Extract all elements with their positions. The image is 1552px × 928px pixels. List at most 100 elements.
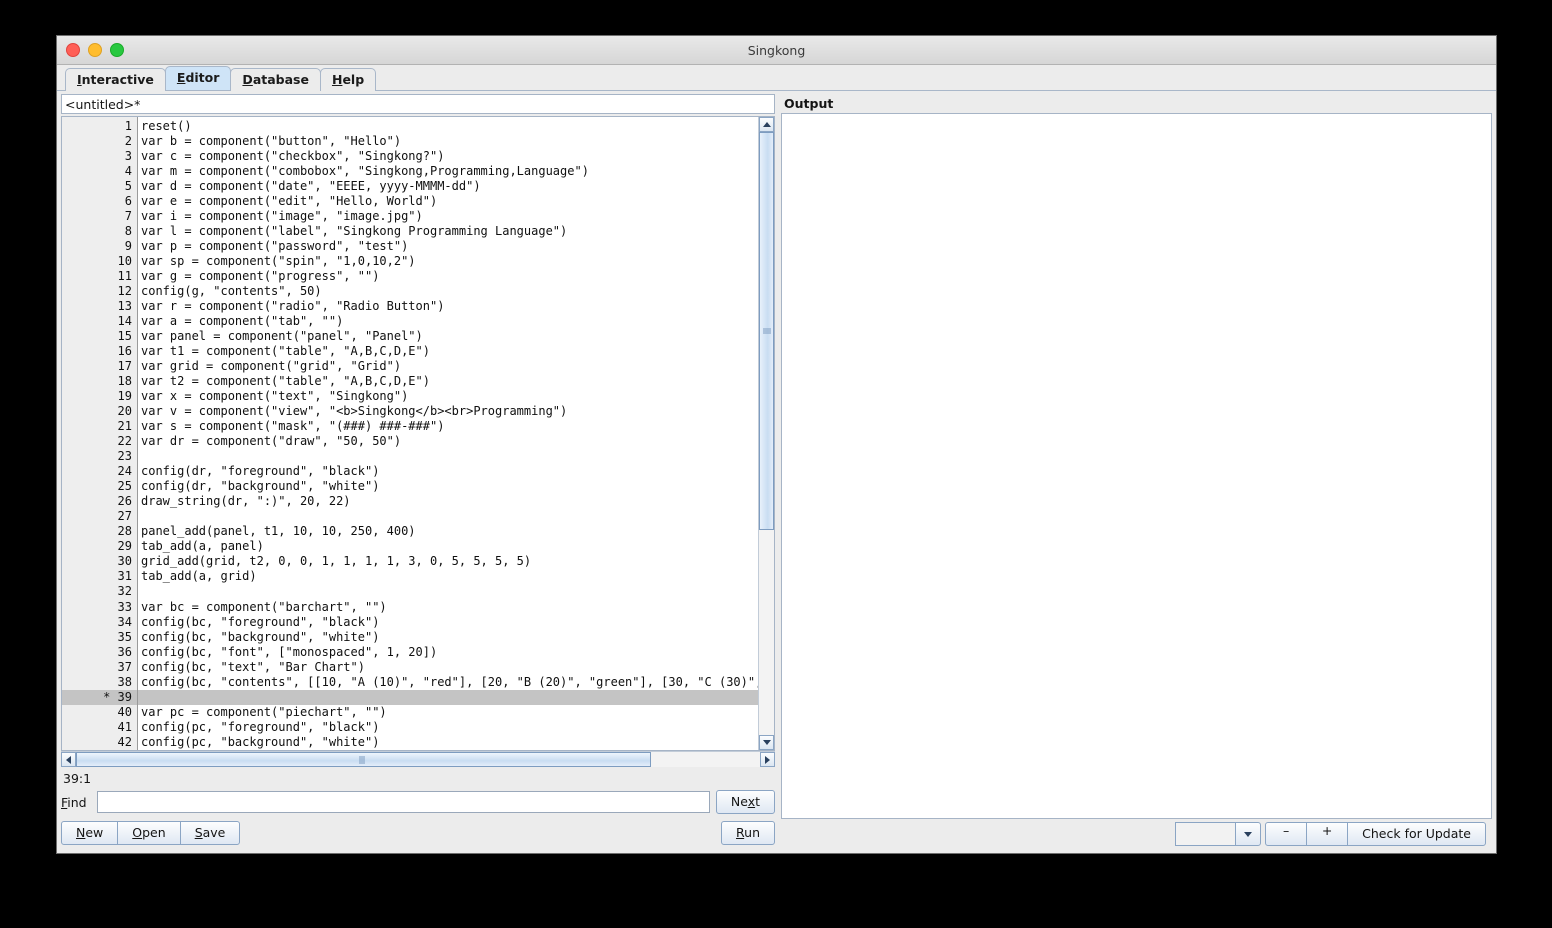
code-line[interactable]: reset() [138, 119, 758, 134]
code-line[interactable]: var b = component("button", "Hello") [138, 134, 758, 149]
code-line[interactable]: grid_add(grid, t2, 0, 0, 1, 1, 1, 1, 3, … [138, 554, 758, 569]
code-line[interactable]: var x = component("text", "Singkong") [138, 389, 758, 404]
line-number: 33 [117, 599, 132, 614]
scroll-down-icon[interactable] [759, 735, 774, 750]
code-line[interactable]: config(dr, "background", "white") [138, 479, 758, 494]
tab-interactive[interactable]: Interactive [65, 68, 166, 91]
code-line[interactable]: var t2 = component("table", "A,B,C,D,E") [138, 374, 758, 389]
code-line[interactable]: config(g, "contents", 50) [138, 284, 758, 299]
find-label-rest: ind [67, 794, 87, 810]
code-line[interactable]: config(bc, "contents", [[10, "A (10)", "… [138, 675, 758, 690]
tab-help[interactable]: Help [319, 68, 377, 91]
line-number: 19 [117, 389, 132, 404]
code-line[interactable]: config(bc, "foreground", "black") [138, 615, 758, 630]
tab-interactive-label: nteractive [81, 72, 154, 87]
line-number: 16 [117, 344, 132, 359]
line-number: 4 [124, 164, 132, 179]
code-line[interactable]: config(bc, "font", ["monospaced", 1, 20]… [138, 645, 758, 660]
code-line[interactable]: var c = component("checkbox", "Singkong?… [138, 149, 758, 164]
line-number: 30 [117, 554, 132, 569]
line-number: 38 [117, 674, 132, 689]
code-line[interactable]: var r = component("radio", "Radio Button… [138, 299, 758, 314]
editor-horizontal-scrollbar[interactable] [61, 751, 775, 767]
tab-help-mnemonic: H [331, 72, 343, 87]
code-line[interactable]: var i = component("image", "image.jpg") [138, 209, 758, 224]
line-number: 27 [117, 509, 132, 524]
main-tab-bar: Interactive Editor Database Help [57, 65, 1496, 91]
hscroll-thumb[interactable] [76, 752, 651, 767]
code-line[interactable] [138, 584, 758, 599]
vscroll-thumb[interactable] [759, 132, 774, 530]
code-line[interactable] [138, 509, 758, 524]
code-line[interactable]: var a = component("tab", "") [138, 314, 758, 329]
hscroll-track[interactable] [76, 752, 760, 767]
font-size-combobox-value[interactable] [1175, 822, 1236, 846]
vscroll-track[interactable] [759, 132, 774, 735]
code-line[interactable]: var v = component("view", "<b>Singkong</… [138, 404, 758, 419]
filename-field[interactable]: <untitled>* [61, 94, 775, 114]
minimize-button[interactable] [88, 43, 102, 57]
code-line[interactable]: config(pc, "foreground", "black") [138, 720, 758, 735]
code-line[interactable]: panel_add(panel, t1, 10, 10, 250, 400) [138, 524, 758, 539]
new-button[interactable]: New [61, 821, 119, 845]
code-text-area[interactable]: reset() var b = component("button", "Hell… [138, 117, 758, 750]
window-controls [66, 43, 124, 57]
editor-vertical-scrollbar[interactable] [758, 117, 774, 750]
code-line[interactable]: draw_string(dr, ":)", 20, 22) [138, 494, 758, 509]
tab-database[interactable]: Database [230, 68, 321, 91]
scroll-left-icon[interactable] [61, 752, 76, 767]
code-line[interactable]: config(bc, "text", "Bar Chart") [138, 660, 758, 675]
code-line[interactable]: var d = component("date", "EEEE, yyyy-MM… [138, 179, 758, 194]
line-number: 3 [124, 149, 132, 164]
code-line[interactable]: var panel = component("panel", "Panel") [138, 329, 758, 344]
save-button[interactable]: Save [179, 821, 241, 845]
line-number: 35 [117, 629, 132, 644]
code-line[interactable]: var m = component("combobox", "Singkong,… [138, 164, 758, 179]
tab-editor[interactable]: Editor [164, 66, 232, 90]
application-window: Singkong Interactive Editor Database Hel… [56, 35, 1497, 854]
code-line[interactable]: var p = component("password", "test") [138, 239, 758, 254]
close-button[interactable] [66, 43, 80, 57]
chevron-down-icon[interactable] [1235, 822, 1262, 846]
scroll-up-icon[interactable] [759, 117, 774, 132]
line-number: 5 [124, 179, 132, 194]
code-line[interactable]: tab_add(a, grid) [138, 569, 758, 584]
check-for-update-button[interactable]: Check for Update [1347, 822, 1486, 846]
font-size-combobox[interactable] [1175, 822, 1262, 846]
zoom-in-button[interactable]: + [1306, 822, 1349, 846]
code-line[interactable]: var g = component("progress", "") [138, 269, 758, 284]
zoom-button[interactable] [110, 43, 124, 57]
editor-pane: <untitled>* 1 2 3 4 5 6 7 8 9 10 11 12 13 14 15 16 17 18 1… [61, 94, 775, 853]
code-line[interactable]: tab_add(a, panel) [138, 539, 758, 554]
zoom-out-button[interactable]: – [1265, 822, 1308, 846]
code-line[interactable]: config(dr, "foreground", "black") [138, 464, 758, 479]
code-line[interactable]: config(bc, "background", "white") [138, 630, 758, 645]
code-line[interactable]: var sp = component("spin", "1,0,10,2") [138, 254, 758, 269]
find-input[interactable] [97, 791, 710, 813]
code-line[interactable] [138, 689, 758, 705]
code-line[interactable]: var l = component("label", "Singkong Pro… [138, 224, 758, 239]
code-line[interactable] [138, 449, 758, 464]
save-button-mnemonic: S [194, 825, 203, 840]
scroll-right-icon[interactable] [760, 752, 775, 767]
line-number: 13 [117, 299, 132, 314]
code-line[interactable]: config(pc, "background", "white") [138, 735, 758, 750]
run-button[interactable]: Run [721, 821, 775, 845]
code-line[interactable]: var t1 = component("table", "A,B,C,D,E") [138, 344, 758, 359]
tab-editor-label: ditor [185, 70, 220, 85]
find-label: Find [61, 795, 91, 810]
output-text-area[interactable] [781, 113, 1492, 819]
code-line[interactable]: var dr = component("draw", "50, 50") [138, 434, 758, 449]
editor-tab-content: <untitled>* 1 2 3 4 5 6 7 8 9 10 11 12 13 14 15 16 17 18 1… [57, 91, 1496, 853]
find-row: Find Next [61, 790, 775, 821]
new-button-mnemonic: N [76, 825, 86, 840]
line-number: 24 [117, 464, 132, 479]
open-button[interactable]: Open [117, 821, 181, 845]
code-line[interactable]: var s = component("mask", "(###) ###-###… [138, 419, 758, 434]
find-next-button[interactable]: Next [715, 790, 775, 814]
code-line[interactable]: var pc = component("piechart", "") [138, 705, 758, 720]
line-number: 28 [117, 524, 132, 539]
code-line[interactable]: var grid = component("grid", "Grid") [138, 359, 758, 374]
code-line[interactable]: var e = component("edit", "Hello, World"… [138, 194, 758, 209]
code-line[interactable]: var bc = component("barchart", "") [138, 600, 758, 615]
